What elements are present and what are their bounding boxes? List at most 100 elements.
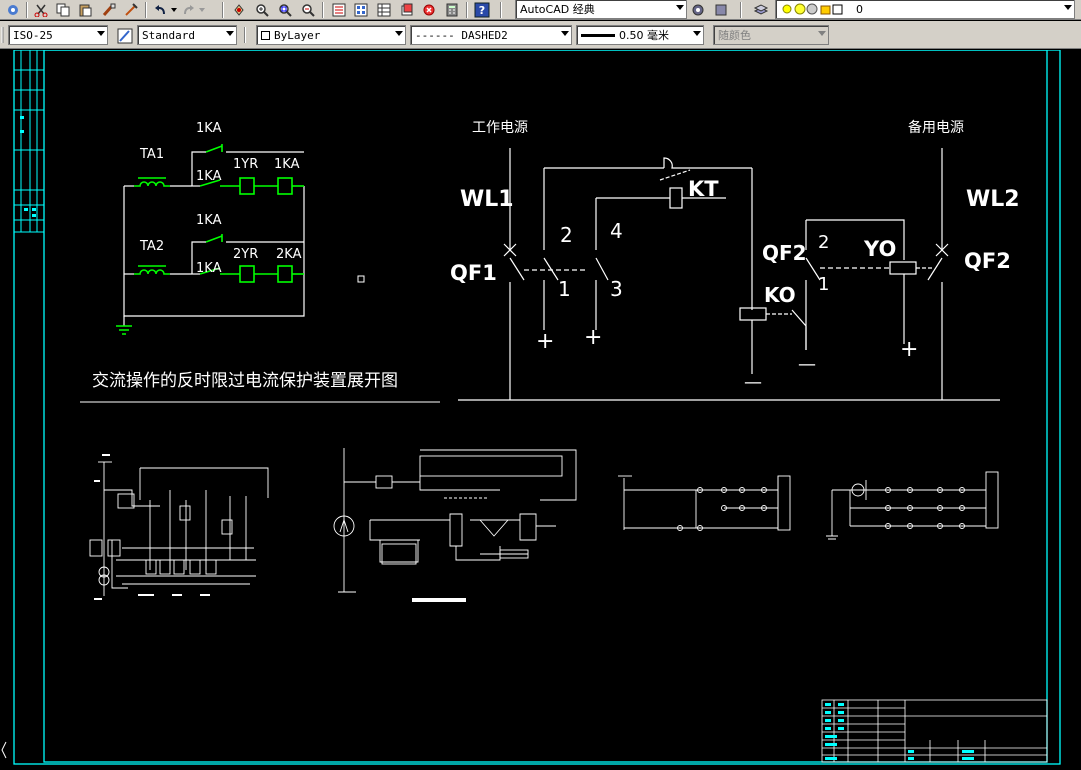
text-style-value: Standard: [142, 28, 195, 42]
standard-toolbar: ? AutoCAD 经典 0: [0, 0, 1081, 20]
workspace-select[interactable]: AutoCAD 经典: [515, 0, 687, 19]
linetype-select[interactable]: ------ DASHED2: [410, 25, 572, 45]
calculator-icon[interactable]: [443, 1, 461, 18]
label-wl1: WL1: [460, 187, 514, 212]
thumbnail-scale-bar: [412, 598, 466, 602]
lineweight-value: 0.50 毫米: [619, 29, 669, 42]
lineweight-sample: [581, 33, 615, 37]
color-select[interactable]: ByLayer: [256, 25, 406, 45]
label-yo: YO: [863, 237, 896, 261]
text-style-select[interactable]: Standard: [137, 25, 237, 45]
match-properties-icon[interactable]: [100, 1, 118, 18]
undo-icon[interactable]: [151, 1, 169, 18]
layer-select[interactable]: 0: [775, 0, 1075, 19]
text-style-icon[interactable]: [116, 27, 134, 44]
thumbnail-schematic-2: [333, 448, 577, 593]
label-1ka-right: 1KA: [274, 157, 300, 172]
chevron-down-icon: [561, 31, 569, 36]
redo-dropdown-icon[interactable]: [198, 1, 206, 18]
label-work-power: 工作电源: [472, 120, 528, 136]
sheet-frame: [13, 50, 1061, 765]
properties-icon[interactable]: [330, 1, 348, 18]
color-swatch: [261, 30, 270, 40]
power-switching-circuit: [458, 148, 1000, 401]
toolbar-separator: [244, 27, 246, 43]
workspace-value: AutoCAD 经典: [520, 3, 595, 16]
chevron-down-icon: [226, 31, 234, 36]
contact-number-3: 3: [610, 277, 623, 301]
copy-icon[interactable]: [54, 1, 72, 18]
minus-sign-2: —: [798, 354, 816, 375]
contact-number-2a: 2: [560, 223, 573, 247]
contact-number-4: 4: [610, 219, 623, 243]
thumbnail-schematic-4: [826, 471, 999, 540]
svg-text:?: ?: [479, 4, 485, 17]
toolbar-separator: [26, 2, 28, 18]
label-1ka-top: 1KA: [196, 121, 222, 136]
lineweight-select[interactable]: 0.50 毫米: [576, 25, 704, 45]
plot-style-select: 随颜色: [713, 25, 829, 45]
toolbar-separator: [466, 2, 468, 18]
toolbar-separator: [145, 2, 147, 18]
plus-sign-1: +: [536, 329, 554, 354]
contact-number-2b: 2: [818, 232, 829, 253]
protection-labels: 1KA TA1 1YR 1KA 1KA 1KA TA2 1KA 2YR 2KA: [139, 121, 302, 276]
chevron-down-icon: [818, 31, 826, 36]
label-kt: KT: [688, 177, 719, 201]
tool-palettes-icon[interactable]: [375, 1, 393, 18]
workspace-dropdown-icon[interactable]: [712, 1, 730, 18]
label-1ka-mid: 1KA: [196, 169, 222, 184]
layer-state-icons: [782, 3, 843, 15]
layer-value: 0: [856, 2, 863, 16]
publish-icon[interactable]: [4, 1, 22, 18]
dimension-style-select[interactable]: ISO-25: [8, 25, 108, 45]
block-editor-icon[interactable]: [122, 1, 140, 18]
workspace-settings-icon[interactable]: [689, 1, 707, 18]
chevron-down-icon: [693, 31, 701, 36]
pan-icon[interactable]: [230, 1, 248, 18]
toolbar-separator: [322, 2, 324, 18]
drawing-svg: + + + — — 1KA TA1 1YR 1KA 1KA 1KA TA2 1K…: [1, 50, 1061, 765]
cursor-marker: [357, 275, 365, 283]
undo-dropdown-icon[interactable]: [170, 1, 178, 18]
markup-icon[interactable]: [420, 1, 438, 18]
chevron-down-icon: [395, 31, 403, 36]
chevron-down-icon: [1064, 5, 1072, 10]
label-2yr: 2YR: [233, 247, 258, 262]
drawing-title: 交流操作的反时限过电流保护装置展开图: [92, 371, 398, 391]
minus-sign-1: —: [744, 372, 762, 393]
drawing-canvas[interactable]: + + + — — 1KA TA1 1YR 1KA 1KA 1KA TA2 1K…: [0, 50, 1081, 770]
zoom-window-icon[interactable]: [276, 1, 294, 18]
left-binding-strip: [14, 50, 44, 233]
cut-icon[interactable]: [32, 1, 50, 18]
redo-icon[interactable]: [180, 1, 198, 18]
left-strip-marks: [20, 116, 36, 217]
contact-number-1b: 1: [818, 274, 829, 295]
label-ta2: TA2: [139, 239, 164, 254]
thumbnail-schematic-3: [618, 475, 791, 531]
thumbnail-schematic-1: [89, 461, 269, 596]
help-icon[interactable]: ?: [473, 1, 491, 18]
zoom-realtime-icon[interactable]: [253, 1, 271, 18]
paste-icon[interactable]: [76, 1, 94, 18]
label-2ka: 2KA: [276, 247, 302, 262]
label-1ka-second-top: 1KA: [196, 213, 222, 228]
label-1yr: 1YR: [233, 157, 258, 172]
circuit-symbols: + + + — —: [536, 325, 918, 393]
properties-toolbar: ISO-25 Standard ByLayer ------ DASHED2 0…: [0, 21, 1081, 49]
zoom-previous-icon[interactable]: [299, 1, 317, 18]
chevron-left-icon[interactable]: [1, 741, 7, 759]
toolbar-separator: [500, 2, 502, 18]
label-qf1: QF1: [450, 261, 497, 285]
label-ta1: TA1: [139, 147, 164, 162]
label-qf2-left: QF2: [762, 241, 807, 265]
sheet-set-icon[interactable]: [398, 1, 416, 18]
linetype-value: ------ DASHED2: [415, 28, 508, 42]
thumbnail-schematic-1-text: [94, 454, 210, 600]
plot-style-value: 随颜色: [718, 29, 751, 42]
label-ko: KO: [764, 283, 796, 307]
toolbar-grip: [0, 26, 6, 43]
design-center-icon[interactable]: [352, 1, 370, 18]
label-1ka-second-mid: 1KA: [196, 261, 222, 276]
layer-manager-icon[interactable]: [752, 1, 770, 18]
